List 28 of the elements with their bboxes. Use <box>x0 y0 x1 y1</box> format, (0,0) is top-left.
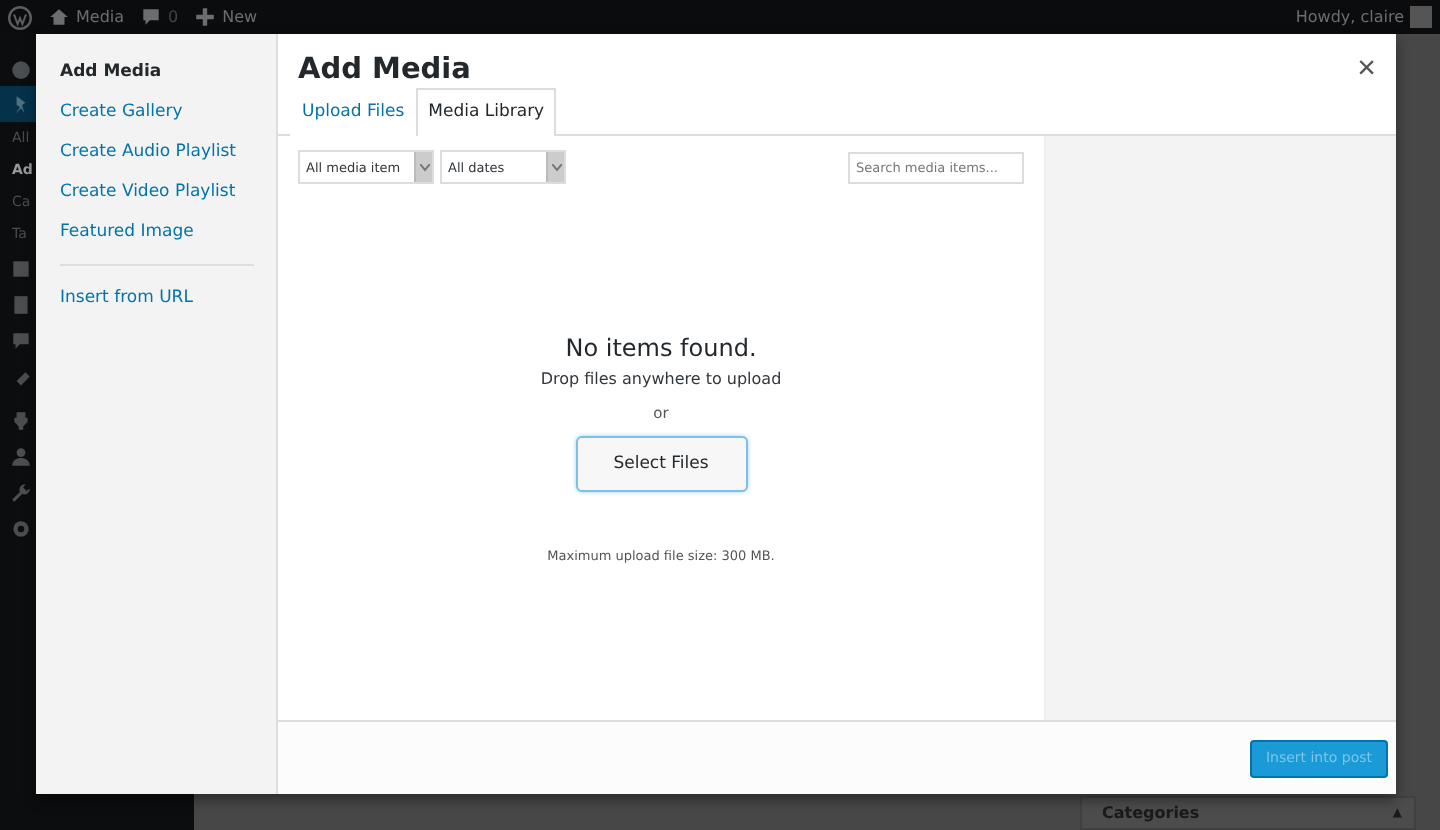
modal-menu-item[interactable]: Create Video Playlist <box>60 172 276 212</box>
modal-title: Add Media <box>298 53 471 85</box>
caret-icon <box>551 163 561 171</box>
caret-icon <box>419 163 429 171</box>
modal-menu-item[interactable]: Create Gallery <box>60 92 276 132</box>
wrench-icon <box>10 481 32 503</box>
tab[interactable]: Media Library <box>416 88 557 136</box>
comment-count: 0 <box>168 8 179 26</box>
avatar[interactable] <box>1410 6 1432 28</box>
modal-menu-item[interactable]: Insert from URL <box>60 278 276 318</box>
select-files-button[interactable]: Select Files <box>575 436 747 492</box>
wordpress-logo-icon <box>8 5 32 29</box>
modal-menu-item[interactable]: Add Media <box>60 52 276 92</box>
greeting-text[interactable]: Howdy, claire <box>1295 8 1404 26</box>
user-icon <box>10 445 32 467</box>
comment-icon <box>140 6 163 28</box>
plus-icon <box>194 6 217 28</box>
new-link[interactable]: New <box>222 8 258 26</box>
drop-hint: Drop files anywhere to upload <box>540 370 782 388</box>
site-name-link[interactable]: Media <box>76 8 125 26</box>
close-button[interactable]: × <box>1353 53 1380 85</box>
plug-icon <box>10 409 32 431</box>
home-icon <box>48 6 70 28</box>
comments-icon <box>10 329 32 351</box>
empty-title: No items found. <box>565 334 757 362</box>
settings-icon <box>10 517 32 539</box>
modal-menu-item[interactable]: Featured Image <box>60 212 276 252</box>
modal-menu-item[interactable]: Create Audio Playlist <box>60 132 276 172</box>
